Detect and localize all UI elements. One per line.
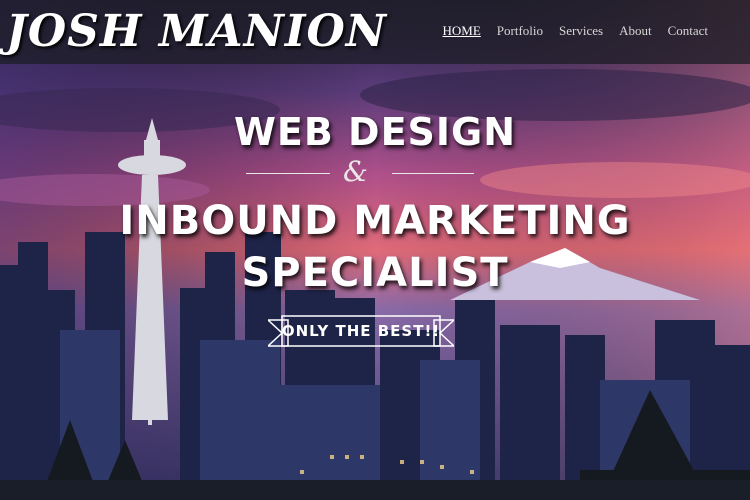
top-navbar: JOSH MANION HOME Portfolio Services Abou… — [0, 0, 750, 64]
ribbon-label: ONLY THE BEST!! — [281, 322, 441, 340]
headline-inbound-marketing: INBOUND MARKETING — [119, 198, 631, 244]
nav-contact[interactable]: Contact — [668, 23, 708, 39]
headline-specialist: SPECIALIST — [241, 250, 509, 296]
divider-left — [246, 173, 330, 174]
main-nav: HOME Portfolio Services About Contact — [443, 23, 709, 39]
headline-web-design: WEB DESIGN — [233, 110, 517, 154]
nav-about[interactable]: About — [619, 23, 652, 39]
site-logo[interactable]: JOSH MANION — [6, 4, 387, 60]
ampersand: & — [343, 155, 368, 188]
nav-portfolio[interactable]: Portfolio — [497, 23, 543, 39]
divider-right — [392, 173, 474, 174]
nav-services[interactable]: Services — [559, 23, 603, 39]
nav-home[interactable]: HOME — [443, 23, 481, 39]
